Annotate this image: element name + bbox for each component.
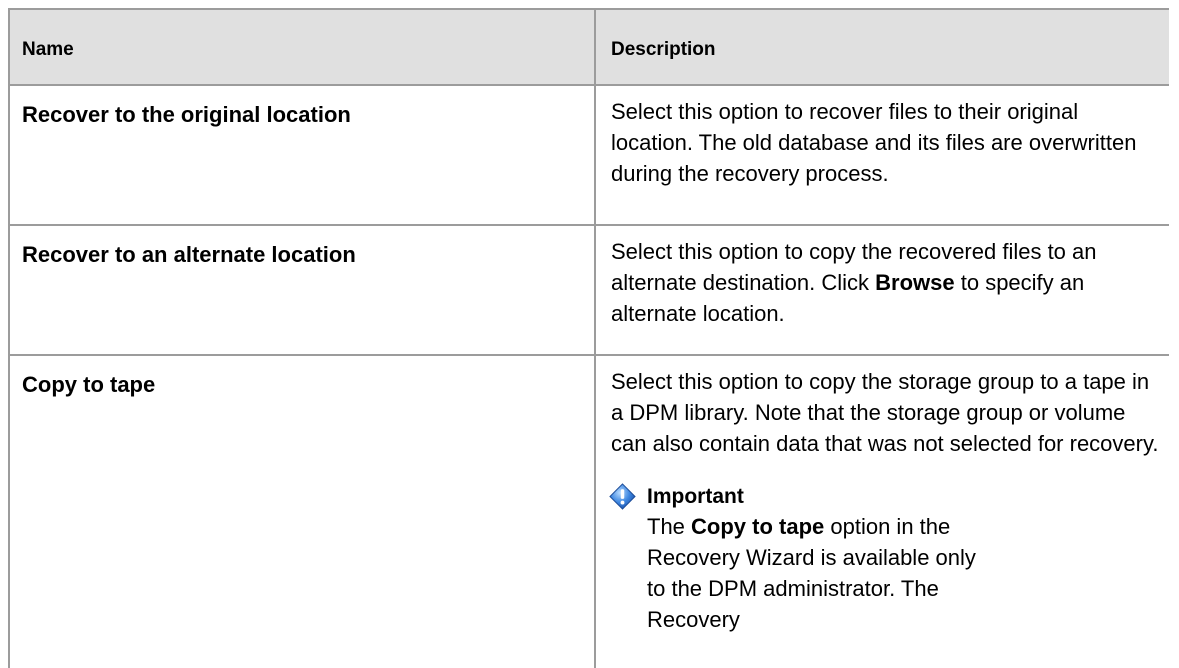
important-icon <box>609 482 636 510</box>
browse-bold-text: Browse <box>875 270 955 295</box>
option-name: Copy to tape <box>8 354 596 668</box>
option-description: Select this option to copy the recovered… <box>594 224 1169 356</box>
option-description-text: Select this option to recover files to t… <box>611 99 1137 186</box>
table-header-row: Name Description <box>8 8 1169 86</box>
option-description: Select this option to copy the storage g… <box>594 354 1169 668</box>
important-note: Important The Copy to tape option in the… <box>609 481 1159 635</box>
option-name: Recover to an alternate location <box>8 224 596 356</box>
recovery-options-table: Name Description Recover to the original… <box>8 8 1169 668</box>
options-table-container: Name Description Recover to the original… <box>8 8 1169 668</box>
name-column-header: Name <box>8 8 596 86</box>
important-title: Important <box>647 484 744 508</box>
option-name: Recover to the original location <box>8 84 596 226</box>
option-description: Select this option to recover files to t… <box>594 84 1169 226</box>
important-note-heading: Important <box>609 481 1159 511</box>
option-description-text: Select this option to copy the storage g… <box>611 369 1159 456</box>
option-description-text: Select this option to copy the recovered… <box>611 236 1159 329</box>
table-row: Recover to the original location Select … <box>8 84 1169 226</box>
important-note-body: The Copy to tape option in the Recovery … <box>647 511 977 635</box>
important-text-part: The <box>647 514 692 539</box>
description-column-header: Description <box>594 8 1169 86</box>
copy-to-tape-bold-text: Copy to tape <box>691 514 825 539</box>
table-row: Recover to an alternate location Select … <box>8 224 1169 356</box>
table-row: Copy to tape Select this option to copy … <box>8 354 1169 668</box>
